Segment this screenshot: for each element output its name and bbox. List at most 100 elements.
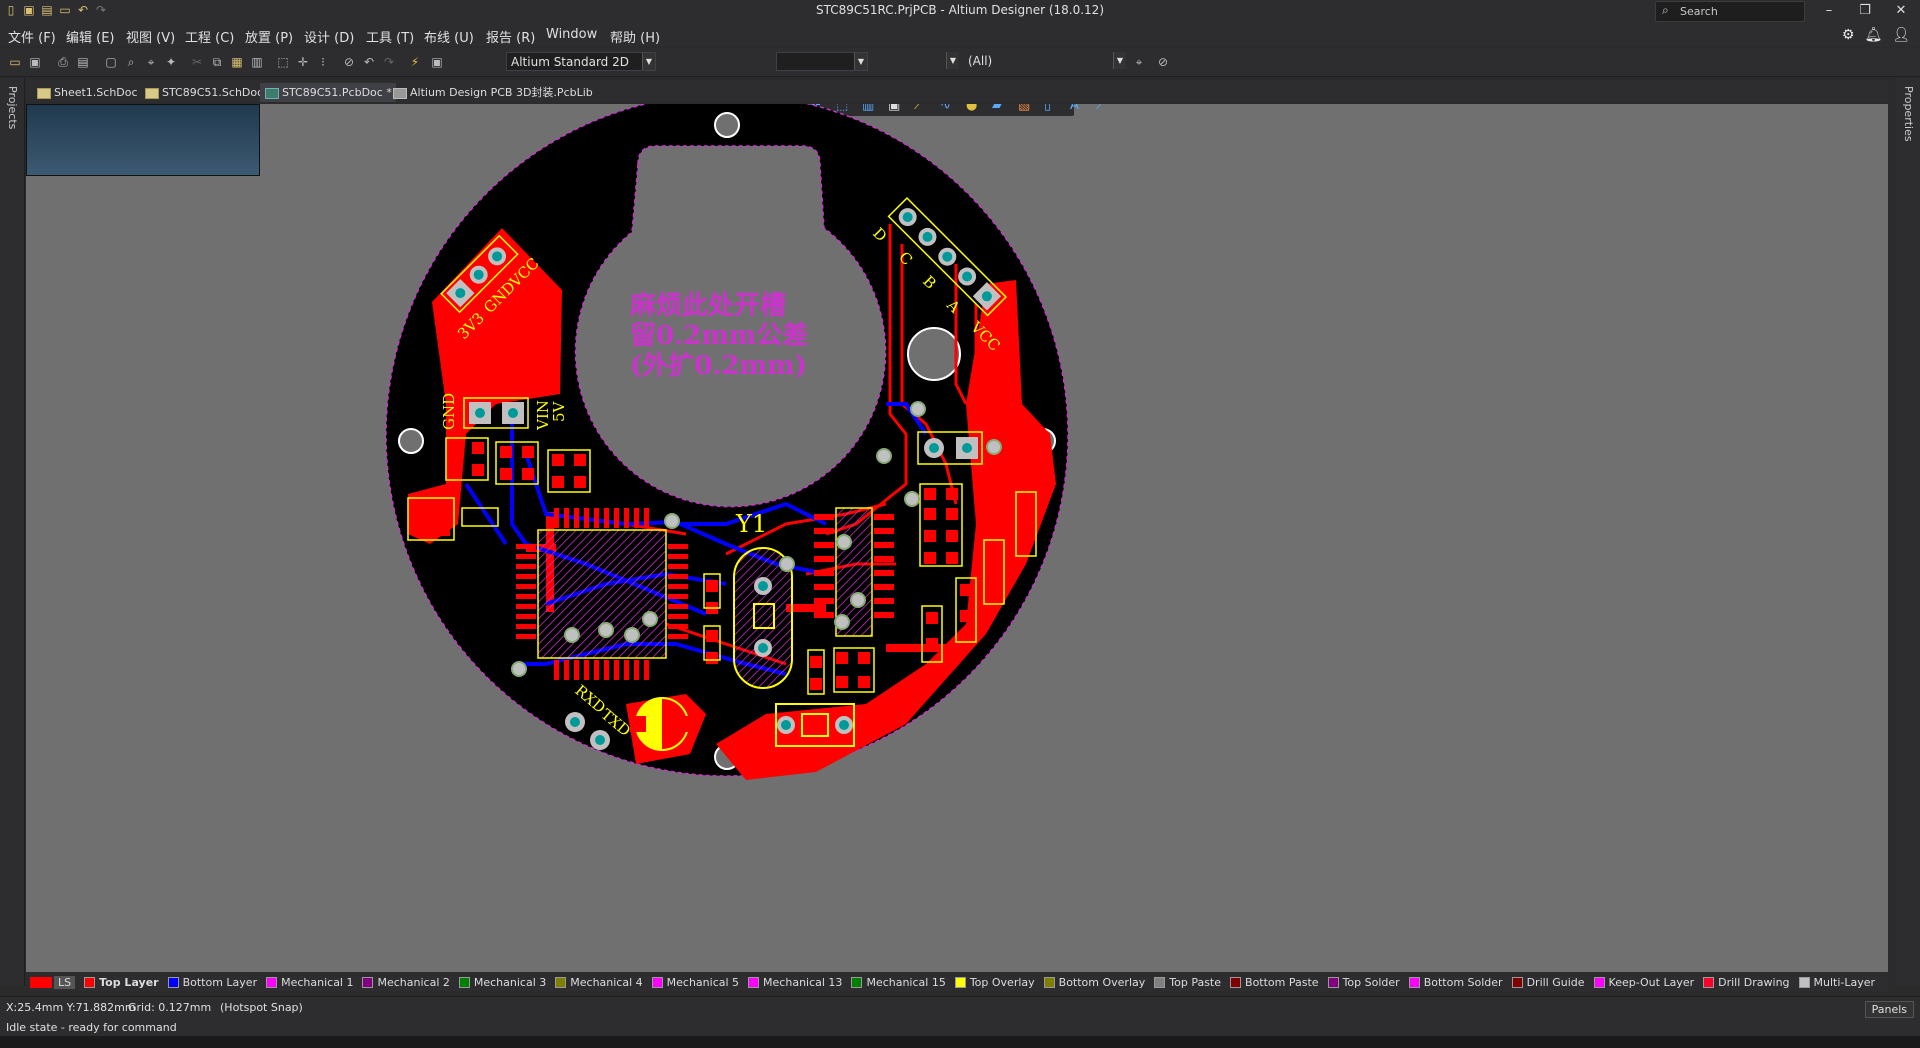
menu-tools[interactable]: 工具 (T) xyxy=(366,27,414,46)
dimension-icon[interactable]: ▯ xyxy=(1044,104,1051,113)
close-button[interactable]: ✕ xyxy=(1886,1,1916,21)
layer-tab-top[interactable]: Top Layer xyxy=(84,976,159,989)
properties-panel-tab[interactable]: Properties xyxy=(1902,86,1915,142)
via-icon[interactable]: ● xyxy=(966,104,977,113)
snap-mode: (Hotspot Snap) xyxy=(220,1001,303,1014)
open-document-icon[interactable]: ▭ xyxy=(8,55,22,69)
taskbar-strip xyxy=(0,1036,1920,1048)
layer-tab-bottom-solder[interactable]: Bottom Solder xyxy=(1408,976,1503,989)
layer-tab-keepout[interactable]: Keep-Out Layer xyxy=(1593,976,1694,989)
menu-place[interactable]: 放置 (P) xyxy=(245,27,293,46)
schematic-icon xyxy=(145,88,159,99)
layer-tab-mech2[interactable]: Mechanical 2 xyxy=(362,976,450,989)
copy-icon[interactable]: ⧉ xyxy=(210,55,224,69)
fill-icon[interactable]: ▰ xyxy=(992,104,1002,113)
align-icon[interactable]: ⁝ xyxy=(316,55,330,69)
paste-icon[interactable]: ▦ xyxy=(230,55,244,69)
layer-tab-mech4[interactable]: Mechanical 4 xyxy=(555,976,643,989)
tab-pcblib[interactable]: Altium Design PCB 3D封装.PcbLib xyxy=(388,83,597,102)
layer-tab-bottom[interactable]: Bottom Layer xyxy=(167,976,257,989)
pcblib-icon xyxy=(393,88,407,99)
layer-tab-drill-drawing[interactable]: Drill Drawing xyxy=(1703,976,1790,989)
menu-design[interactable]: 设计 (D) xyxy=(304,27,354,46)
tab-stc89c51-sch[interactable]: STC89C51.SchDoc xyxy=(140,83,267,102)
tab-label: STC89C51.SchDoc xyxy=(162,86,264,99)
print-preview-icon[interactable]: ▤ xyxy=(76,55,90,69)
toolbar-undo-icon[interactable]: ↶ xyxy=(362,55,376,69)
tab-sheet1[interactable]: Sheet1.SchDoc xyxy=(32,83,142,102)
net-combo[interactable]: ▼ xyxy=(776,52,868,71)
zoom-selected-icon[interactable]: ⌖ xyxy=(144,55,158,69)
cross-probe-icon[interactable]: ⚡ xyxy=(408,55,422,69)
menu-window[interactable]: Window xyxy=(546,27,597,42)
component-filter-combo[interactable]: ▼ (All) ▼ xyxy=(946,52,1126,71)
menu-edit[interactable]: 编辑 (E) xyxy=(66,27,115,46)
layer-tab-multi[interactable]: Multi-Layer xyxy=(1798,976,1875,989)
layer-tab-top-solder[interactable]: Top Solder xyxy=(1327,976,1400,989)
layer-tab-top-overlay[interactable]: Top Overlay xyxy=(954,976,1035,989)
layer-tab-mech3[interactable]: Mechanical 3 xyxy=(458,976,546,989)
align-tool-icon[interactable]: ▥ xyxy=(862,104,874,113)
menu-file[interactable]: 文件 (F) xyxy=(8,27,56,46)
menu-view[interactable]: 视图 (V) xyxy=(126,27,175,46)
zoom-fit-icon[interactable]: ▢ xyxy=(104,55,118,69)
mounting-hole-right-large xyxy=(907,327,961,381)
slot-note: 麻烦此处开槽 留0.2mm公差 (外扩0.2mm) xyxy=(629,291,808,381)
menu-help[interactable]: 帮助 (H) xyxy=(610,27,660,46)
rubber-stamp-icon[interactable]: ▥ xyxy=(250,55,264,69)
layer-tabs: LS Top Layer Bottom Layer Mechanical 1 M… xyxy=(30,973,1888,991)
label-5v: 5V xyxy=(550,400,568,422)
zoom-apply-icon[interactable]: ⌖ xyxy=(1132,55,1146,69)
pcb-drawing[interactable]: ⊽ ✛ ⬚ ▥ ▣ ⟋ ∿ ● ▰ ▧ ▯ A ⟋ xyxy=(26,104,1888,972)
projects-panel-tab[interactable]: Projects xyxy=(6,86,19,129)
ic-u1 xyxy=(516,508,688,680)
layer-tab-top-paste[interactable]: Top Paste xyxy=(1154,976,1221,989)
clear-filter-icon[interactable]: ⊘ xyxy=(342,55,356,69)
status-bar: X:25.4mm Y:71.882mm Grid: 0.127mm (Hotsp… xyxy=(0,996,1920,1037)
toolbar-redo-icon[interactable]: ↷ xyxy=(382,55,396,69)
menu-bar: 文件 (F) 编辑 (E) 视图 (V) 工程 (C) 放置 (P) 设计 (D… xyxy=(0,22,1920,46)
minimize-button[interactable]: – xyxy=(1814,1,1844,21)
search-input[interactable]: ⌕ Search xyxy=(1655,1,1805,22)
menu-project[interactable]: 工程 (C) xyxy=(185,27,234,46)
pcb-canvas[interactable]: ⊽ ✛ ⬚ ▥ ▣ ⟋ ∿ ● ▰ ▧ ▯ A ⟋ xyxy=(26,104,1888,972)
select-area-icon[interactable]: ⬚ xyxy=(276,55,290,69)
chevron-down-icon: ▼ xyxy=(642,53,655,70)
user-icon[interactable]: 👤︎ xyxy=(1892,27,1910,43)
layer-tab-bottom-overlay[interactable]: Bottom Overlay xyxy=(1043,976,1145,989)
diff-pair-icon[interactable]: ∿ xyxy=(940,104,951,113)
document-tabs: Sheet1.SchDoc STC89C51.SchDoc STC89C51.P… xyxy=(26,80,1888,102)
tab-stc89c51-pcb[interactable]: STC89C51.PcbDoc * xyxy=(260,83,396,102)
select-tool-icon[interactable]: ⬚ xyxy=(836,104,848,113)
layer-tab-mech15[interactable]: Mechanical 15 xyxy=(851,976,946,989)
panels-button[interactable]: Panels xyxy=(1864,1001,1914,1018)
layer-tab-mech5[interactable]: Mechanical 5 xyxy=(651,976,739,989)
layer-tab-drill-guide[interactable]: Drill Guide xyxy=(1511,976,1585,989)
zoom-objects-icon[interactable]: ✦ xyxy=(164,55,178,69)
menu-reports[interactable]: 报告 (R) xyxy=(486,27,535,46)
route-icon[interactable]: ⟋ xyxy=(914,104,924,113)
notifications-icon[interactable]: 🔔︎ xyxy=(1864,27,1882,43)
save-document-icon[interactable]: ▣ xyxy=(28,55,42,69)
layer-tab-mech13[interactable]: Mechanical 13 xyxy=(748,976,842,989)
mounting-hole-left xyxy=(398,428,424,454)
move-icon[interactable]: ✛ xyxy=(296,55,310,69)
component-icon[interactable]: ▣ xyxy=(888,104,900,113)
clear-mask-icon[interactable]: ⊘ xyxy=(1156,55,1170,69)
view-config-combo[interactable]: Altium Standard 2D ▼ xyxy=(506,52,656,71)
line-tool-icon[interactable]: ⟋ xyxy=(1096,104,1106,113)
restore-button[interactable]: ❐ xyxy=(1850,1,1880,21)
layer-set-ls[interactable]: LS xyxy=(54,975,76,989)
print-icon[interactable]: ⎙ xyxy=(56,55,70,69)
menu-route[interactable]: 布线 (U) xyxy=(424,27,474,46)
settings-icon[interactable]: ⚙ xyxy=(1842,27,1855,43)
cut-icon[interactable]: ✂ xyxy=(190,55,204,69)
chevron-down-icon: ▼ xyxy=(1113,52,1126,69)
left-panel-rail: Projects xyxy=(0,78,25,986)
layer-tab-bottom-paste[interactable]: Bottom Paste xyxy=(1230,976,1319,989)
text-tool-icon[interactable]: A xyxy=(1070,104,1079,113)
keepout-icon[interactable]: ▧ xyxy=(1018,104,1030,113)
layer-tab-mech1[interactable]: Mechanical 1 xyxy=(266,976,353,989)
zoom-area-icon[interactable]: ⌕ xyxy=(124,55,138,69)
browse-icon[interactable]: ▣ xyxy=(430,55,444,69)
